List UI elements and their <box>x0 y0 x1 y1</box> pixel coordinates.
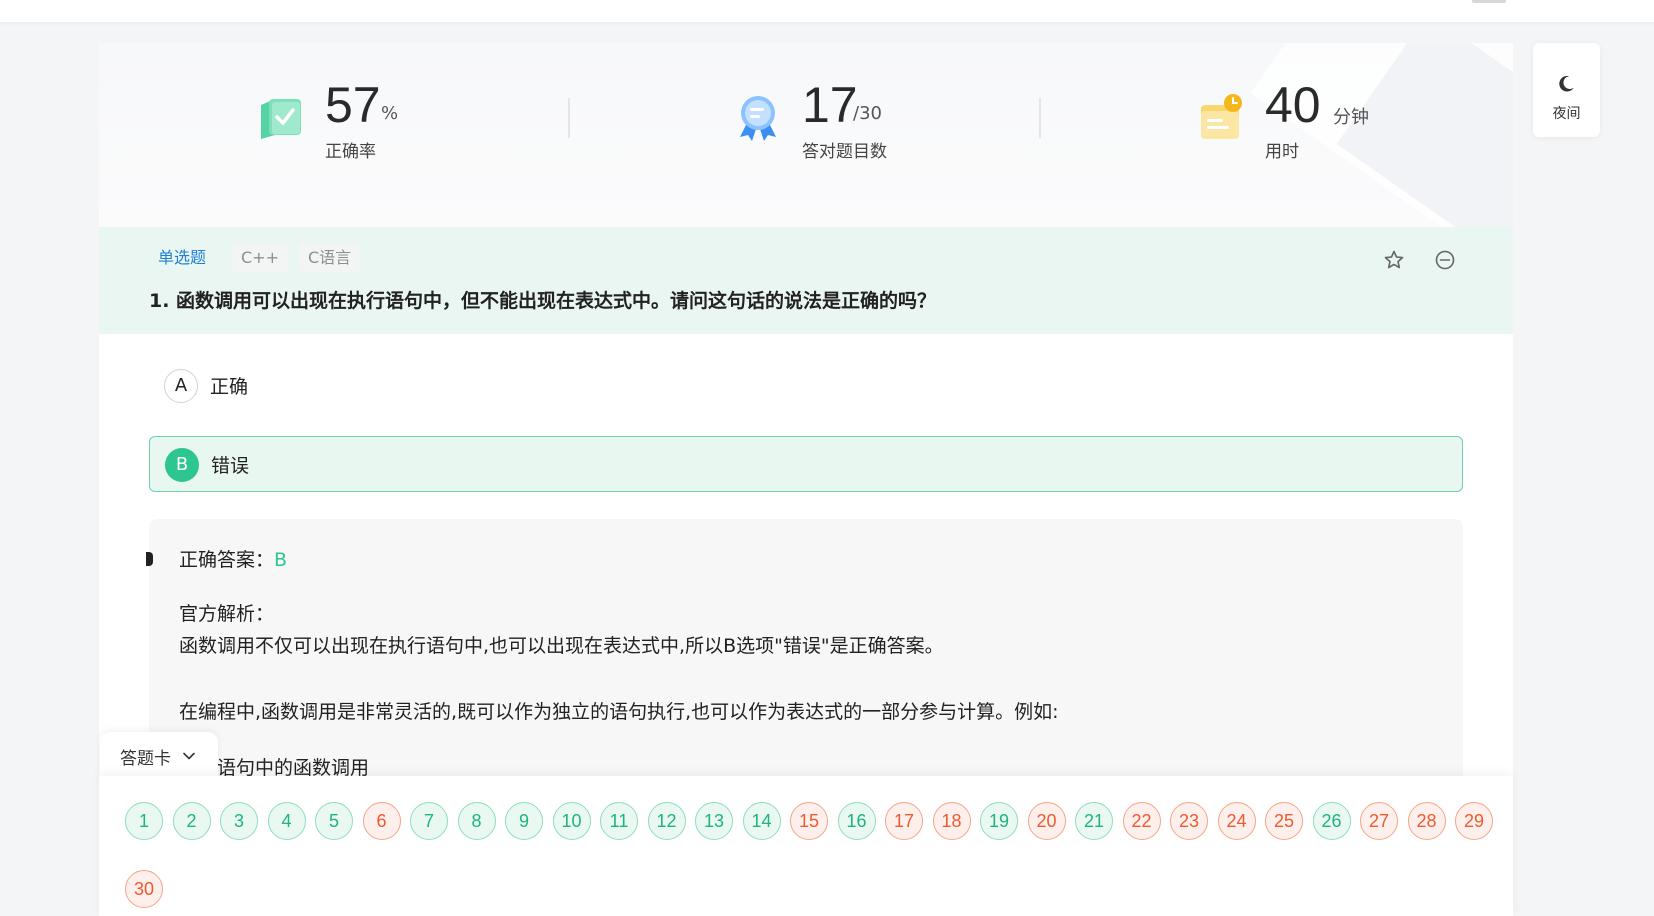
question-number-button[interactable]: 14 <box>742 802 781 840</box>
question-number-button[interactable]: 10 <box>552 802 591 840</box>
question-number-button[interactable]: 5 <box>315 802 353 840</box>
correct-count-stat: 17 /30 答对题目数 <box>732 73 972 173</box>
clock-folder-icon <box>1201 94 1242 139</box>
question-number-button[interactable]: 13 <box>695 802 733 840</box>
accuracy-label: 正确率 <box>325 142 376 162</box>
question-number-button[interactable]: 7 <box>410 802 448 840</box>
question-number-button[interactable]: 11 <box>600 802 638 840</box>
correct-count-total: /30 <box>853 103 882 124</box>
night-mode-label: 夜间 <box>1552 106 1581 122</box>
option-letter: A <box>164 369 198 403</box>
topic-tag: C语言 <box>299 243 361 272</box>
answer-card-label: 答题卡 <box>120 749 171 769</box>
question-number-button[interactable]: 24 <box>1217 802 1256 840</box>
question-number-button[interactable]: 4 <box>267 802 306 840</box>
time-unit: 分钟 <box>1333 107 1369 128</box>
medal-icon <box>740 96 776 141</box>
answer-card-panel: 1 2 3 4 5 6 7 8 9 10 11 12 13 14 15 16 17 18 19 20 21 22 23 24 2… <box>99 776 1513 916</box>
question-number-button[interactable]: 12 <box>647 802 686 840</box>
stats-header: 57 % 正确率 17 /30 答对题目数 40 分钟 用时 <box>99 43 1513 227</box>
question-number-button[interactable]: 16 <box>837 802 876 840</box>
question-number-button[interactable]: 22 <box>1122 802 1161 840</box>
question-number-button[interactable]: 9 <box>505 802 543 840</box>
question-number-button[interactable]: 6 <box>362 802 401 840</box>
correct-count-label: 答对题目数 <box>802 142 887 162</box>
top-bar <box>0 0 1654 22</box>
question-number-button[interactable]: 23 <box>1170 802 1208 840</box>
accuracy-stat: 57 % 正确率 <box>255 73 475 173</box>
favorite-star-icon[interactable] <box>1382 248 1406 272</box>
question-number-button[interactable]: 26 <box>1312 802 1351 840</box>
time-label: 用时 <box>1265 142 1299 162</box>
question-header: 单选题 C++ C语言 1. 函数调用可以出现在执行语句中，但不能出现在表达式中… <box>99 227 1513 334</box>
analysis-marker <box>146 552 153 566</box>
question-number-button[interactable]: 27 <box>1360 802 1398 840</box>
stats-divider <box>1039 98 1041 138</box>
night-mode-button[interactable]: 夜间 <box>1533 43 1600 137</box>
question-number-button[interactable]: 21 <box>1075 802 1113 840</box>
question-number-button[interactable]: 3 <box>220 802 258 840</box>
correct-count-value: 17 <box>802 77 858 133</box>
time-value: 40 <box>1265 77 1321 133</box>
question-number-button[interactable]: 1 <box>125 802 163 840</box>
moon-icon <box>1559 75 1574 92</box>
option-text: 错误 <box>211 455 250 477</box>
question-number-button[interactable]: 20 <box>1027 802 1066 840</box>
question-number-button[interactable]: 25 <box>1265 802 1303 840</box>
remove-circle-icon[interactable] <box>1433 248 1457 272</box>
time-stat: 40 分钟 用时 <box>1195 73 1435 173</box>
accuracy-unit: % <box>381 103 399 124</box>
correct-answer-label: 正确答案： <box>179 549 275 571</box>
explanation-paragraph: 函数调用不仅可以出现在执行语句中,也可以出现在表达式中,所以B选项"错误"是正确… <box>179 635 944 657</box>
question-number-button[interactable]: 17 <box>885 802 923 840</box>
explanation-title: 官方解析： <box>179 603 275 625</box>
question-number-button[interactable]: 15 <box>790 802 828 840</box>
question-number-button[interactable]: 8 <box>457 802 496 840</box>
option-text: 正确 <box>210 376 249 398</box>
question-number-button[interactable]: 28 <box>1407 802 1446 840</box>
option-letter: B <box>165 448 199 482</box>
question-number-button[interactable]: 2 <box>172 802 211 840</box>
question-type-tag: 单选题 <box>158 248 207 267</box>
correct-answer: 正确答案：B <box>179 545 287 572</box>
question-number-button[interactable]: 19 <box>980 802 1018 840</box>
check-book-icon <box>261 99 301 139</box>
topic-tag: C++ <box>232 243 288 272</box>
option-b[interactable]: B 错误 <box>149 436 1463 492</box>
question-number-button[interactable]: 30 <box>125 870 163 908</box>
stats-divider <box>568 98 570 138</box>
chevron-down-icon <box>183 752 195 760</box>
accuracy-value: 57 <box>325 77 381 133</box>
answer-card-toggle[interactable]: 答题卡 <box>100 732 218 780</box>
question-number-button[interactable]: 29 <box>1455 802 1493 840</box>
correct-answer-value: B <box>274 549 288 571</box>
question-title: 1. 函数调用可以出现在执行语句中，但不能出现在表达式中。请问这句话的说法是正确… <box>149 290 937 312</box>
question-number-button[interactable]: 18 <box>932 802 971 840</box>
top-bar-handle <box>1472 0 1506 3</box>
explanation-paragraph: 在编程中,函数调用是非常灵活的,既可以作为独立的语句执行,也可以作为表达式的一部… <box>179 701 1059 723</box>
option-a[interactable]: A 正确 <box>149 358 1463 414</box>
